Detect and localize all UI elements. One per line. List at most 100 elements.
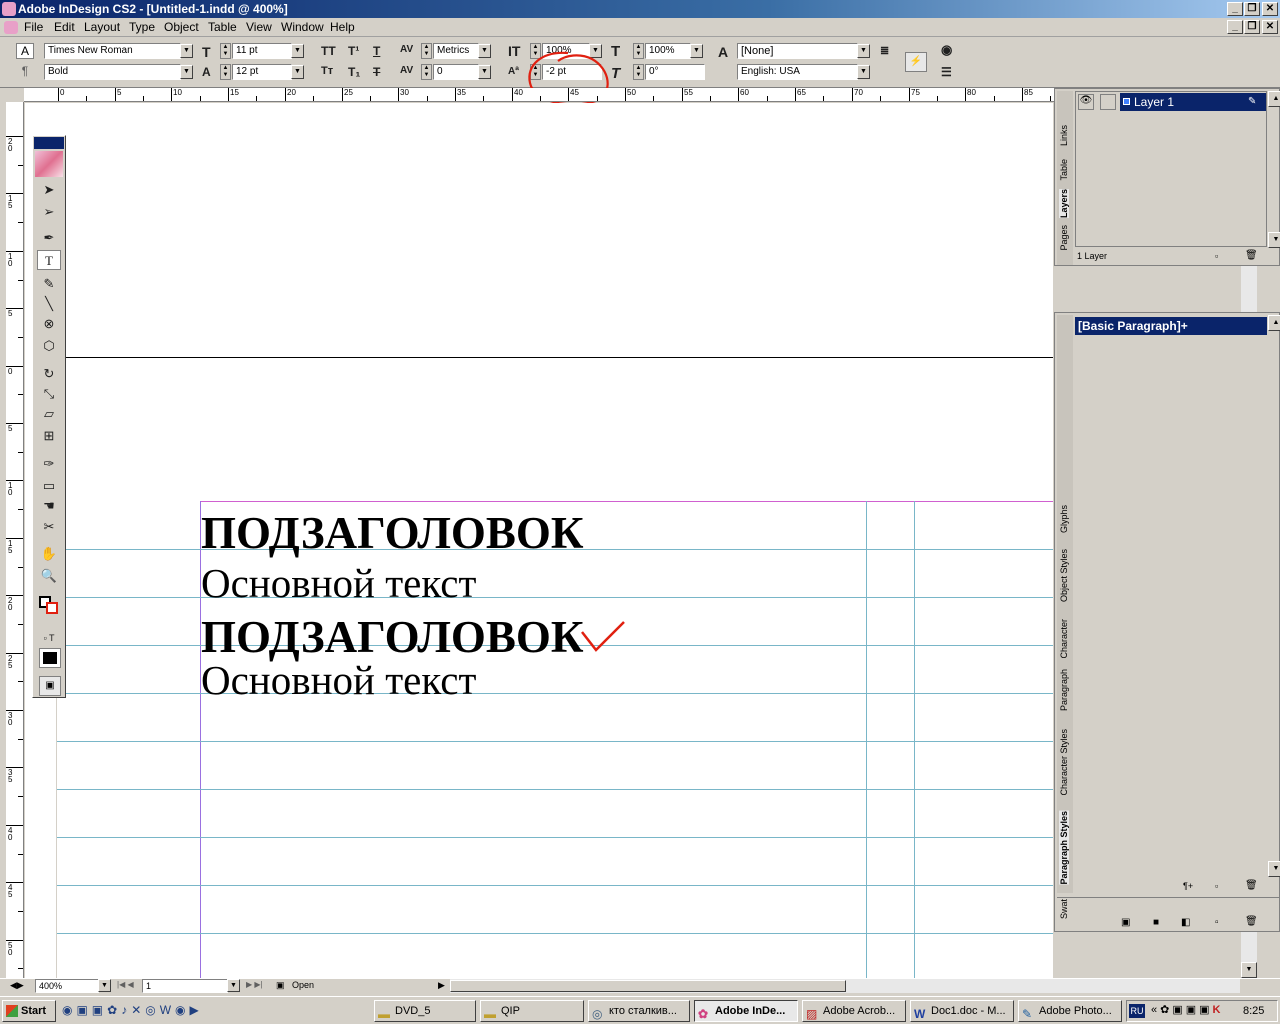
zoom-tool-icon[interactable]: 🔍 (37, 566, 61, 586)
panel-menu-icon[interactable]: ☰ (941, 65, 952, 79)
rectangle-frame-tool-icon[interactable]: ⊗ (37, 314, 61, 334)
preview-mode-icon[interactable]: ▣ (39, 676, 61, 696)
eyedropper-tool-icon[interactable]: ✑ (37, 454, 61, 474)
line-tool-icon[interactable]: ╲ (37, 294, 61, 314)
quick-apply-icon[interactable]: ⚡ (905, 52, 927, 72)
doc-close-button[interactable]: ✕ (1262, 20, 1278, 34)
character-style-field[interactable]: [None] (737, 43, 858, 59)
layers-scroll-up[interactable]: ▲ (1268, 91, 1280, 107)
tray-icons[interactable]: «✿▣▣▣K (1151, 1003, 1223, 1016)
tab-swatches[interactable]: Swat (1059, 899, 1069, 919)
scissors-tool-icon[interactable]: ✂ (37, 517, 61, 537)
free-transform-tool-icon[interactable]: ⊞ (37, 426, 61, 446)
body-text-2[interactable]: Основной текст (201, 656, 476, 704)
new-style-icon[interactable]: ▫ (1215, 881, 1218, 891)
quick-launch-icons[interactable]: ◉▣▣✿♪✕◎W◉▶ (62, 1003, 203, 1017)
start-button[interactable]: Start (2, 1000, 56, 1022)
underline-icon[interactable]: T (373, 44, 380, 58)
page-field[interactable]: 1 (142, 979, 228, 993)
lock-toggle[interactable] (1100, 94, 1116, 110)
all-caps-icon[interactable]: TT (321, 44, 336, 58)
delete-style-icon[interactable]: 🗑 (1245, 880, 1258, 891)
hand-tool-icon[interactable]: ✋ (37, 544, 61, 564)
doc-restore-button[interactable]: ❐ (1244, 20, 1260, 34)
horizontal-scale-dropdown[interactable]: ▼ (690, 44, 703, 58)
zoom-field[interactable]: 400% (35, 979, 99, 993)
stroke-swatch-icon[interactable] (46, 602, 58, 614)
close-button[interactable]: ✕ (1262, 2, 1278, 16)
play-icon[interactable]: ◉ (941, 42, 952, 58)
style-row-basic-paragraph[interactable]: [Basic Paragraph]+ (1075, 317, 1267, 335)
menu-window[interactable]: Window (281, 20, 324, 34)
rotate-tool-icon[interactable]: ↻ (37, 364, 61, 384)
kerning-dropdown[interactable]: ▼ (478, 44, 491, 58)
paragraph-mode-button[interactable]: ¶ (16, 64, 34, 80)
subscript-icon[interactable]: T₁ (348, 65, 360, 79)
selection-tool-icon[interactable]: ➤ (37, 180, 61, 200)
body-text-1[interactable]: Основной текст (201, 559, 476, 607)
delete-swatch-icon[interactable]: 🗑 (1245, 916, 1258, 927)
task-qip[interactable]: ▬ QIP (480, 1000, 584, 1022)
horizontal-scale-field[interactable]: 100% (645, 43, 691, 59)
menu-layout[interactable]: Layout (84, 20, 120, 34)
language-dropdown[interactable]: ▼ (857, 65, 870, 79)
formatting-affects-icon[interactable]: ▫ T (37, 628, 61, 648)
font-size-field[interactable]: 11 pt (232, 43, 292, 59)
new-swatch-icon[interactable]: ▫ (1215, 917, 1219, 928)
skew-spinner[interactable]: ▲ ▼ (633, 64, 644, 80)
leading-dropdown[interactable]: ▼ (291, 65, 304, 79)
horizontal-scroll-thumb[interactable] (450, 980, 846, 992)
character-mode-button[interactable]: A (16, 43, 34, 59)
tracking-dropdown[interactable]: ▼ (478, 65, 491, 79)
task-browser[interactable]: ◎ кто сталкив... (588, 1000, 690, 1022)
menu-type[interactable]: Type (129, 20, 155, 34)
tab-layers[interactable]: Layers (1059, 189, 1069, 219)
polygon-tool-icon[interactable]: ⬡ (37, 336, 61, 356)
task-photoshop[interactable]: ✎ Adobe Photo... (1018, 1000, 1122, 1022)
pen-tool-icon[interactable]: ✒ (37, 228, 61, 248)
tab-links[interactable]: Links (1059, 125, 1069, 146)
tab-glyphs[interactable]: Glyphs (1059, 505, 1069, 533)
minimize-button[interactable]: _ (1227, 2, 1243, 16)
font-style-field[interactable]: Bold (44, 64, 181, 80)
tab-object-styles[interactable]: Object Styles (1059, 549, 1069, 602)
font-size-spinner[interactable]: ▲ ▼ (220, 43, 231, 59)
pasteboard-nav-icon[interactable]: ◀▶ (10, 980, 24, 991)
kerning-field[interactable]: Metrics (433, 43, 479, 59)
styles-scroll-up[interactable]: ▲ (1268, 315, 1280, 331)
language-indicator[interactable]: RU (1129, 1004, 1145, 1018)
menu-view[interactable]: View (246, 20, 272, 34)
heading-1[interactable]: ПОДЗАГОЛОВОК (201, 507, 584, 559)
tracking-spinner[interactable]: ▲ ▼ (421, 64, 432, 80)
language-field[interactable]: English: USA (737, 64, 858, 80)
tab-table[interactable]: Table (1059, 159, 1069, 181)
layers-scroll-down[interactable]: ▼ (1268, 232, 1280, 248)
horizontal-scale-spinner[interactable]: ▲ ▼ (633, 43, 644, 59)
leading-spinner[interactable]: ▲ ▼ (220, 64, 231, 80)
maximize-button[interactable]: ❐ (1244, 2, 1260, 16)
menu-file[interactable]: File (24, 20, 43, 34)
superscript-icon[interactable]: T¹ (348, 44, 359, 58)
task-word[interactable]: W Doc1.doc - M... (910, 1000, 1014, 1022)
layer-row[interactable]: Layer 1 ✎ (1120, 93, 1266, 111)
clear-overrides-icon[interactable]: ≣ (880, 44, 889, 57)
scale-tool-icon[interactable]: ⤡ (37, 384, 61, 404)
tab-pages[interactable]: Pages (1059, 225, 1069, 251)
swatch-gradient-icon[interactable]: ◧ (1181, 917, 1190, 928)
new-layer-icon[interactable]: ▫ (1215, 251, 1218, 261)
normal-view-mode-icon[interactable] (39, 648, 61, 668)
font-family-dropdown[interactable]: ▼ (180, 44, 193, 58)
button-tool-icon[interactable]: ☚ (37, 496, 61, 516)
gradient-tool-icon[interactable]: ▭ (37, 476, 61, 496)
first-page-icon[interactable]: |◀ ◀ (117, 980, 134, 989)
leading-field[interactable]: 12 pt (232, 64, 292, 80)
eye-icon[interactable]: 👁 (1078, 94, 1094, 110)
tab-character[interactable]: Character (1059, 619, 1069, 659)
menu-help[interactable]: Help (330, 20, 355, 34)
scroll-down-button[interactable]: ▼ (1241, 962, 1257, 978)
page-dropdown[interactable]: ▼ (227, 979, 240, 992)
font-style-dropdown[interactable]: ▼ (180, 65, 193, 79)
clear-overrides-icon[interactable]: ¶+ (1183, 881, 1193, 891)
delete-layer-icon[interactable]: 🗑 (1245, 250, 1258, 261)
direct-selection-tool-icon[interactable]: ➢ (37, 202, 61, 222)
